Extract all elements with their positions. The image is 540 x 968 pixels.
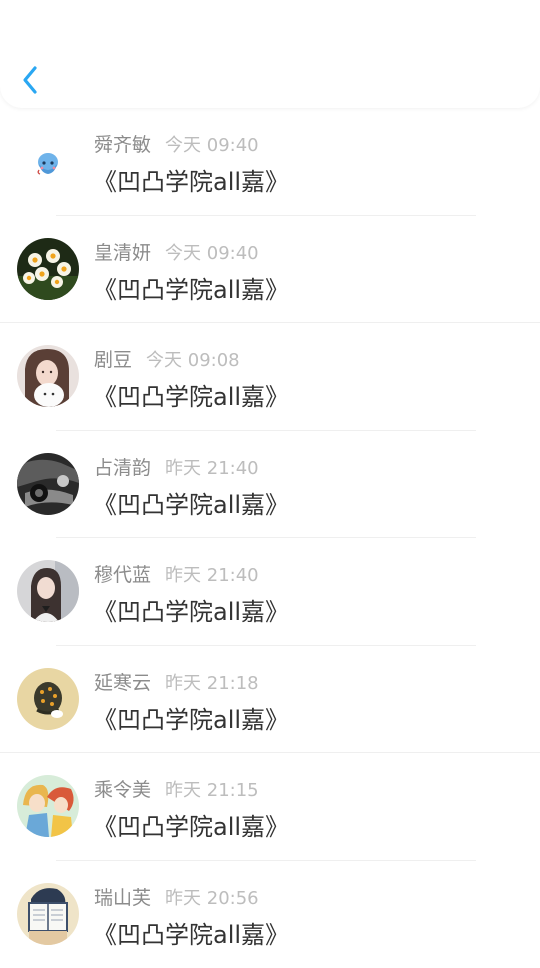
timestamp: 昨天 21:18 [165,673,259,694]
avatar[interactable] [17,238,79,300]
item-meta: 剧豆今天 09:08 [94,345,240,372]
cartoon-egg-avatar-image [17,668,79,730]
list-item[interactable]: 皇清妍今天 09:40 《凹凸学院all嘉》 [0,216,540,324]
user-name: 皇清妍 [94,242,151,264]
chevron-left-icon [20,65,40,95]
message-text: 《凹凸学院all嘉》 [93,270,289,305]
avatar[interactable] [17,560,79,622]
girl-with-puppy-avatar-image [17,345,79,407]
item-meta: 皇清妍今天 09:40 [94,238,259,265]
avatar[interactable] [17,883,79,945]
girl-portrait-avatar-image [17,560,79,622]
item-meta: 乘令美昨天 21:15 [94,775,259,802]
timestamp: 今天 09:40 [165,135,259,156]
message-text: 《凹凸学院all嘉》 [93,592,289,627]
timestamp: 昨天 21:40 [165,565,259,586]
user-name: 占清韵 [94,457,151,479]
message-list: 舜齐敏今天 09:40 《凹凸学院all嘉》 皇清妍今天 09:40 [0,108,540,968]
item-meta: 穆代蓝昨天 21:40 [94,560,259,587]
item-meta: 延寒云昨天 21:18 [94,668,259,695]
anime-characters-avatar-image [17,775,79,837]
item-meta: 舜齐敏今天 09:40 [94,130,259,157]
message-text: 《凹凸学院all嘉》 [93,915,289,950]
top-bar [0,0,540,108]
user-name: 舜齐敏 [94,134,151,156]
list-item[interactable]: 舜齐敏今天 09:40 《凹凸学院all嘉》 [0,108,540,216]
message-text: 《凹凸学院all嘉》 [93,807,289,842]
message-text: 《凹凸学院all嘉》 [93,700,289,735]
avatar[interactable] [17,453,79,515]
message-text: 《凹凸学院all嘉》 [93,485,289,520]
message-text: 《凹凸学院all嘉》 [93,162,289,197]
dark-car-avatar-image [17,453,79,515]
item-meta: 瑞山芙昨天 20:56 [94,883,259,910]
avatar[interactable] [17,668,79,730]
user-name: 延寒云 [94,672,151,694]
list-item[interactable]: 瑞山芙昨天 20:56 《凹凸学院all嘉》 [0,861,540,968]
item-meta: 占清韵昨天 21:40 [94,453,259,480]
list-item[interactable]: 穆代蓝昨天 21:40 《凹凸学院all嘉》 [0,538,540,646]
book-reading-avatar-image [17,883,79,945]
back-button[interactable] [14,62,46,98]
avatar[interactable] [17,775,79,837]
list-item[interactable]: 剧豆今天 09:08 《凹凸学院all嘉》 [0,323,540,431]
user-name: 剧豆 [94,349,132,371]
user-name: 穆代蓝 [94,564,151,586]
timestamp: 昨天 20:56 [165,888,259,909]
list-item[interactable]: 占清韵昨天 21:40 《凹凸学院all嘉》 [0,431,540,539]
timestamp: 今天 09:08 [146,350,240,371]
list-item[interactable]: 乘令美昨天 21:15 《凹凸学院all嘉》 [0,753,540,861]
timestamp: 今天 09:40 [165,243,259,264]
timestamp: 昨天 21:40 [165,458,259,479]
avatar[interactable] [17,130,79,192]
avatar[interactable] [17,345,79,407]
message-text: 《凹凸学院all嘉》 [93,377,289,412]
blue-cartoon-avatar-image [17,130,79,192]
user-name: 乘令美 [94,779,151,801]
user-name: 瑞山芙 [94,887,151,909]
list-item[interactable]: 延寒云昨天 21:18 《凹凸学院all嘉》 [0,646,540,754]
daffodil-flowers-avatar-image [17,238,79,300]
timestamp: 昨天 21:15 [165,780,259,801]
